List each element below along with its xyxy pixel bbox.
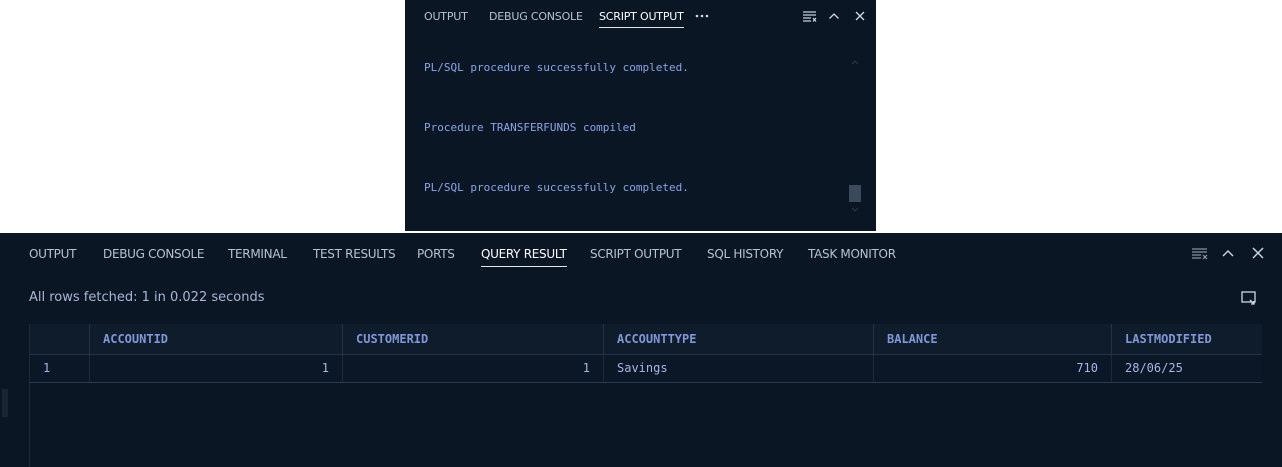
query-result-panel: OUTPUT DEBUG CONSOLE TERMINAL TEST RESUL… [0, 233, 1282, 467]
output-message: Procedure TRANSFERFUNDS compiled [424, 121, 636, 134]
close-icon[interactable] [851, 6, 869, 26]
ellipsis-icon[interactable] [693, 6, 711, 26]
output-message: PL/SQL procedure successfully completed. [424, 181, 689, 194]
chevron-up-icon[interactable] [1218, 242, 1238, 264]
table-row[interactable]: 1 1 1 Savings 710 28/06/25 [30, 355, 1262, 383]
row-number-cell[interactable]: 1 [30, 355, 89, 382]
query-status-text: All rows fetched: 1 in 0.022 seconds [29, 290, 265, 305]
clear-output-icon[interactable] [1190, 242, 1210, 264]
column-header-accounttype[interactable]: ACCOUNTTYPE [603, 324, 873, 354]
column-header-lastmodified[interactable]: LASTMODIFIED [1111, 324, 1262, 354]
script-output-panel: OUTPUT DEBUG CONSOLE SCRIPT OUTPUT PL/SQ… [405, 0, 876, 231]
table-header: ACCOUNTID CUSTOMERID ACCOUNTTYPE BALANCE… [30, 324, 1262, 355]
tab-output[interactable]: OUTPUT [424, 10, 468, 23]
column-header-accountid[interactable]: ACCOUNTID [89, 324, 342, 354]
tab-task-monitor[interactable]: TASK MONITOR [808, 247, 896, 261]
output-message: PL/SQL procedure successfully completed. [424, 61, 689, 74]
cell-accounttype[interactable]: Savings [603, 355, 873, 382]
cell-lastmodified[interactable]: 28/06/25 [1111, 355, 1262, 382]
chevron-up-icon[interactable] [825, 6, 843, 26]
tab-debug-console[interactable]: DEBUG CONSOLE [103, 247, 204, 261]
column-header-rownum[interactable] [30, 324, 89, 354]
bottom-tab-bar: OUTPUT DEBUG CONSOLE TERMINAL TEST RESUL… [0, 233, 1282, 273]
tab-sql-history[interactable]: SQL HISTORY [707, 247, 783, 261]
tab-ports[interactable]: PORTS [417, 247, 455, 261]
cell-accountid[interactable]: 1 [89, 355, 342, 382]
query-result-table: ACCOUNTID CUSTOMERID ACCOUNTTYPE BALANCE… [29, 324, 1262, 467]
tab-test-results[interactable]: TEST RESULTS [313, 247, 396, 261]
resize-handle[interactable] [2, 389, 8, 417]
tab-query-result[interactable]: QUERY RESULT [481, 247, 567, 267]
tab-debug-console[interactable]: DEBUG CONSOLE [489, 10, 583, 23]
clear-output-icon[interactable] [801, 6, 819, 26]
tab-terminal[interactable]: TERMINAL [228, 247, 287, 261]
column-header-customerid[interactable]: CUSTOMERID [342, 324, 603, 354]
scrollbar[interactable] [847, 52, 863, 222]
cell-balance[interactable]: 710 [873, 355, 1111, 382]
close-icon[interactable] [1248, 242, 1268, 264]
tab-script-output[interactable]: SCRIPT OUTPUT [590, 247, 682, 261]
export-icon[interactable] [1239, 288, 1259, 308]
cell-customerid[interactable]: 1 [342, 355, 603, 382]
top-tab-bar: OUTPUT DEBUG CONSOLE SCRIPT OUTPUT [405, 0, 876, 34]
tab-script-output[interactable]: SCRIPT OUTPUT [599, 10, 684, 28]
column-header-balance[interactable]: BALANCE [873, 324, 1111, 354]
tab-output[interactable]: OUTPUT [29, 247, 76, 261]
